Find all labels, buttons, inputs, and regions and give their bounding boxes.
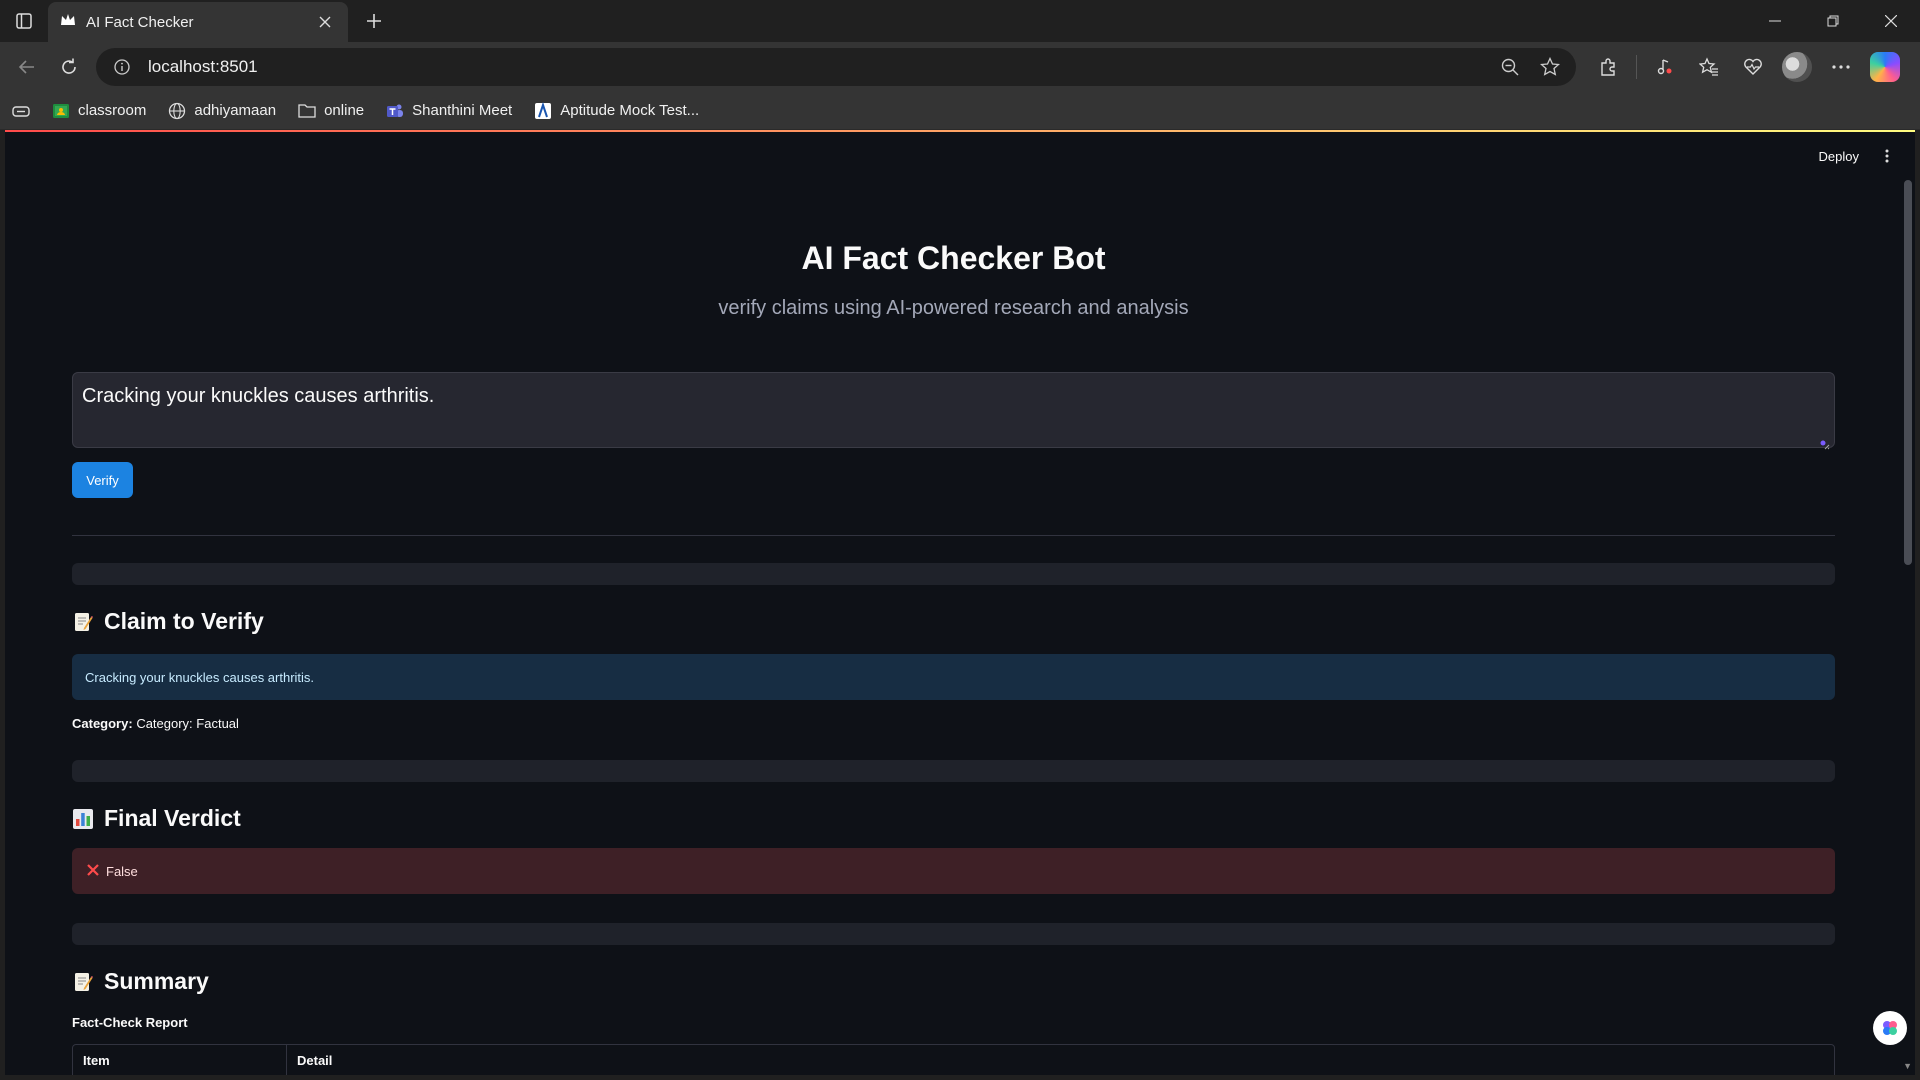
app-viewport: Deploy AI Fact Checker Bot verify claims…	[5, 130, 1915, 1075]
browser-tab-active[interactable]: AI Fact Checker	[48, 2, 348, 42]
more-options-icon[interactable]	[1823, 49, 1859, 85]
claim-info-box: Cracking your knuckles causes arthritis.	[72, 654, 1835, 700]
chat-assistant-icon[interactable]	[1873, 1011, 1907, 1045]
report-table: Item Detail	[72, 1044, 1835, 1075]
favorite-star-icon[interactable]	[1536, 53, 1564, 81]
restore-icon[interactable]	[1804, 0, 1862, 42]
favorites-icon[interactable]	[1691, 49, 1727, 85]
browser-toolbar: localhost:8501	[0, 42, 1920, 92]
close-window-icon[interactable]	[1862, 0, 1920, 42]
section-title: Final Verdict	[104, 805, 241, 831]
close-tab-icon[interactable]	[314, 11, 336, 33]
bookmark-label: Shanthini Meet	[412, 102, 513, 119]
bookmark-shanthini-meet[interactable]: Shanthini Meet	[386, 102, 512, 120]
table-header-detail[interactable]: Detail	[287, 1045, 342, 1075]
section-title: Claim to Verify	[104, 608, 264, 634]
browser-titlebar: AI Fact Checker	[0, 0, 1920, 42]
tab-actions-icon[interactable]	[0, 0, 48, 42]
bookmark-classroom[interactable]: classroom	[52, 102, 146, 120]
app-top-accent	[5, 130, 1915, 132]
page-subtitle: verify claims using AI-powered research …	[718, 297, 1189, 319]
classroom-icon	[52, 102, 70, 120]
zoom-out-icon[interactable]	[1496, 53, 1524, 81]
resize-handle-icon[interactable]	[1820, 433, 1830, 450]
crown-favicon-icon	[60, 13, 76, 32]
report-title: Fact-Check Report	[72, 1015, 188, 1030]
profile-avatar[interactable]	[1779, 49, 1815, 85]
verdict-section-heading: Final Verdict	[72, 805, 241, 832]
bookmark-label: adhiyamaan	[194, 102, 277, 119]
summary-section-heading: Summary	[72, 968, 209, 995]
bar-chart-icon	[72, 807, 94, 831]
minimize-icon[interactable]	[1746, 0, 1804, 42]
bookmark-app-icon	[534, 101, 552, 120]
back-icon[interactable]	[8, 48, 46, 86]
verdict-text: False	[106, 863, 138, 879]
url-text[interactable]: localhost:8501	[148, 57, 1484, 77]
table-header-item[interactable]: Item	[73, 1045, 287, 1075]
verify-button[interactable]: Verify	[72, 462, 133, 498]
new-tab-icon[interactable]	[354, 1, 394, 41]
collections-icon[interactable]	[12, 102, 30, 120]
deploy-button[interactable]: Deploy	[1819, 149, 1859, 164]
memo-icon	[72, 970, 94, 994]
scroll-down-icon[interactable]: ▼	[1903, 1061, 1912, 1071]
cross-mark-icon	[86, 863, 100, 880]
toolbar-separator	[1636, 55, 1637, 79]
category-value: Category: Factual	[136, 716, 239, 731]
globe-icon	[168, 102, 186, 120]
window-controls	[1746, 0, 1920, 42]
toolbar-actions	[1590, 49, 1903, 85]
claim-input-value: Cracking your knuckles causes arthritis.	[82, 385, 435, 407]
media-control-icon[interactable]	[1647, 49, 1683, 85]
copilot-icon[interactable]	[1867, 49, 1903, 85]
main-menu-icon[interactable]	[1879, 148, 1895, 164]
verdict-box: False	[72, 848, 1835, 894]
address-bar[interactable]: localhost:8501	[96, 48, 1576, 86]
bookmark-label: Aptitude Mock Test...	[560, 102, 700, 119]
bookmark-adhiyamaan[interactable]: adhiyamaan	[168, 102, 276, 120]
bookmarks-bar: classroom adhiyamaan online Shanthini Me…	[0, 92, 1920, 130]
bookmark-label: classroom	[78, 102, 147, 119]
page-scrollbar[interactable]	[1904, 180, 1912, 565]
bookmark-aptitude-mock-test[interactable]: Aptitude Mock Test...	[534, 101, 700, 120]
refresh-icon[interactable]	[50, 48, 88, 86]
category-line: Category: Category: Factual	[72, 716, 239, 731]
section-spacer-bar	[72, 923, 1835, 945]
divider	[72, 535, 1835, 536]
app-header: Deploy	[1819, 148, 1895, 164]
bookmark-online[interactable]: online	[298, 102, 364, 120]
section-spacer-bar	[72, 563, 1835, 585]
claim-text: Cracking your knuckles causes arthritis.	[85, 669, 315, 685]
bookmark-label: online	[324, 102, 365, 119]
memo-icon	[72, 610, 94, 634]
section-spacer-bar	[72, 760, 1835, 782]
category-label: Category:	[72, 716, 133, 731]
site-info-icon[interactable]	[108, 53, 136, 81]
browser-essentials-icon[interactable]	[1735, 49, 1771, 85]
claim-text-area[interactable]: Cracking your knuckles causes arthritis.	[72, 372, 1835, 450]
page-title: AI Fact Checker Bot	[801, 240, 1106, 276]
extensions-icon[interactable]	[1590, 49, 1626, 85]
folder-icon	[298, 102, 316, 120]
section-title: Summary	[104, 968, 209, 994]
teams-icon	[386, 102, 404, 120]
claim-section-heading: Claim to Verify	[72, 608, 264, 635]
tab-title: AI Fact Checker	[86, 13, 194, 31]
